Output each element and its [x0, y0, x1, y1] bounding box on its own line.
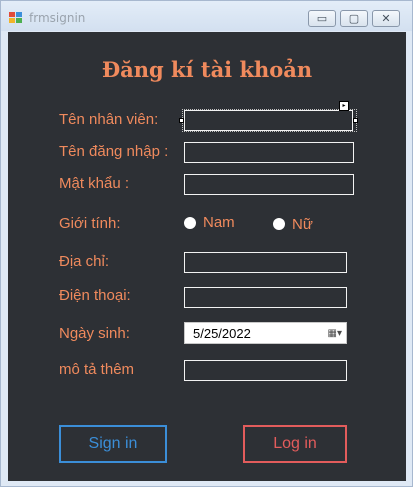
- minimize-icon: ▭: [316, 12, 328, 25]
- page-title: Đăng kí tài khoản: [101, 57, 313, 82]
- maximize-icon: ▢: [348, 12, 360, 25]
- password-input[interactable]: [184, 174, 354, 195]
- resize-handle-left[interactable]: [179, 118, 184, 123]
- window-title: frmsignin: [29, 11, 86, 25]
- birthday-label: Ngày sinh:: [59, 325, 130, 342]
- gender-label: Giới tính:: [59, 215, 121, 232]
- gender-male-label[interactable]: Nam: [203, 214, 235, 231]
- birthday-date-picker[interactable]: 5/25/2022 ▦▾: [184, 322, 347, 344]
- gender-female-radio[interactable]: [273, 218, 285, 230]
- smart-tag-arrow-icon[interactable]: ▸: [339, 101, 349, 111]
- log-in-button[interactable]: Log in: [243, 425, 347, 463]
- form-client-area: Đăng kí tài khoản Tên nhân viên: ▸ Tên đ…: [8, 32, 406, 481]
- maximize-button[interactable]: ▢: [340, 10, 368, 27]
- birthday-value: 5/25/2022: [193, 326, 251, 341]
- description-label: mô tả thêm: [59, 361, 135, 378]
- username-label: Tên đăng nhập :: [59, 143, 169, 160]
- address-input[interactable]: [184, 252, 347, 273]
- gender-male-radio[interactable]: [184, 217, 196, 229]
- description-input[interactable]: [184, 360, 347, 381]
- app-icon: [9, 12, 23, 24]
- resize-handle-right[interactable]: [353, 118, 358, 123]
- employee-name-label: Tên nhân viên:: [59, 111, 159, 128]
- signin-window: frmsignin ▭ ▢ ✕ Đăng kí tài khoản Tên nh…: [0, 0, 413, 487]
- username-input[interactable]: [184, 142, 354, 163]
- gender-female-label[interactable]: Nữ: [292, 216, 313, 233]
- close-icon: ✕: [381, 12, 391, 25]
- phone-input[interactable]: [184, 287, 347, 308]
- title-bar[interactable]: frmsignin ▭ ▢ ✕: [1, 1, 412, 31]
- sign-in-button[interactable]: Sign in: [59, 425, 167, 463]
- password-label: Mật khẩu :: [59, 175, 130, 192]
- calendar-dropdown-icon[interactable]: ▦▾: [320, 327, 342, 340]
- employee-name-input[interactable]: [184, 110, 353, 131]
- phone-label: Điện thoại:: [59, 287, 131, 304]
- minimize-button[interactable]: ▭: [308, 10, 336, 27]
- close-button[interactable]: ✕: [372, 10, 400, 27]
- address-label: Địa chỉ:: [59, 253, 110, 270]
